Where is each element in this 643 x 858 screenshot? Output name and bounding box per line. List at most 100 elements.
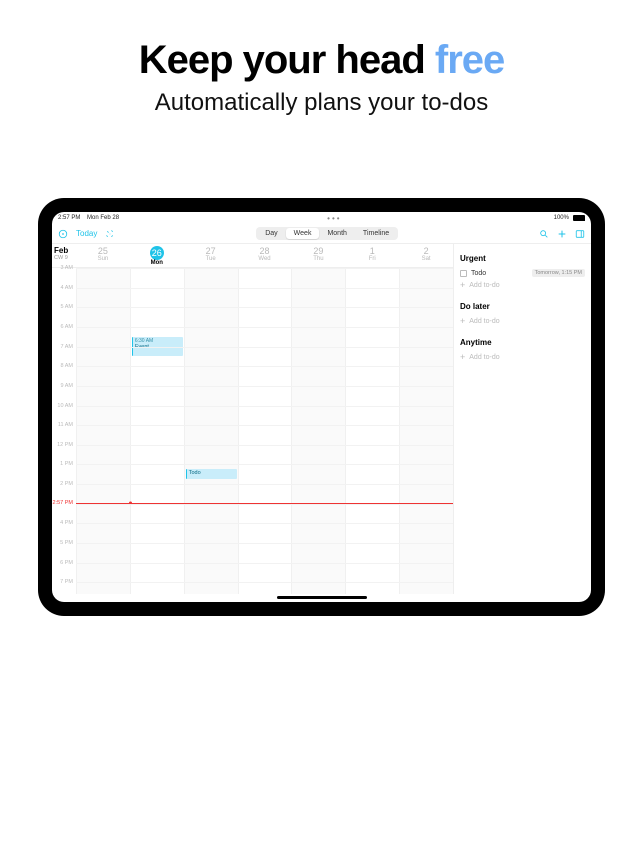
calendar-gutter-head: Feb CW 9 <box>52 244 76 267</box>
multitask-handle[interactable]: ••• <box>327 214 341 223</box>
day-number: 1 <box>345 246 399 256</box>
hour-label: 8 AM <box>60 363 73 369</box>
day-of-week: Thu <box>291 256 345 262</box>
hour-label: 1 PM <box>60 461 73 467</box>
statusbar-date: Mon Feb 28 <box>87 215 119 221</box>
hour-label: 9 AM <box>60 383 73 389</box>
event-title: Todo <box>189 470 235 476</box>
hour-label: 5 PM <box>60 540 73 546</box>
hour-gridline <box>76 523 453 524</box>
plus-icon: + <box>460 317 465 326</box>
headline-accent: free <box>435 38 504 82</box>
hour-gridline <box>76 366 453 367</box>
hour-gridline <box>76 288 453 289</box>
add-todo-button[interactable]: + Add to-do <box>460 351 585 370</box>
hour-gridline <box>76 445 453 446</box>
day-of-week: Wed <box>238 256 292 262</box>
day-header[interactable]: 29 Thu <box>291 244 345 267</box>
tablet-screen: 2:57 PM Mon Feb 28 ••• 100% Today <box>52 212 591 602</box>
view-tab-timeline[interactable]: Timeline <box>355 228 397 239</box>
todo-section-title: Do later <box>460 302 585 311</box>
hour-gridline <box>76 347 453 348</box>
view-tab-day[interactable]: Day <box>257 228 285 239</box>
hour-gridline <box>76 327 453 328</box>
plus-icon: + <box>460 353 465 362</box>
hour-label: 3 AM <box>60 265 73 271</box>
day-header[interactable]: 1 Fri <box>345 244 399 267</box>
home-indicator[interactable] <box>277 596 367 599</box>
calendar-header-row: Feb CW 9 25 Sun26 Mon27 Tue28 Wed29 Thu1… <box>52 244 453 268</box>
day-column[interactable] <box>291 268 345 594</box>
calendar-event[interactable]: Todo <box>186 469 237 479</box>
battery-percent: 100% <box>554 215 569 221</box>
day-column[interactable] <box>238 268 292 594</box>
day-number: 28 <box>238 246 292 256</box>
add-todo-button[interactable]: + Add to-do <box>460 315 585 334</box>
calendar-settings-icon[interactable] <box>58 229 68 239</box>
day-column[interactable] <box>399 268 453 594</box>
hour-label: 10 AM <box>57 403 73 409</box>
add-icon[interactable] <box>557 229 567 239</box>
todo-due-badge: Tomorrow, 1:15 PM <box>532 269 585 277</box>
hour-gridline <box>76 563 453 564</box>
battery-icon <box>573 215 585 221</box>
day-number: 29 <box>291 246 345 256</box>
calendar-grid[interactable]: 6:30 AMEvent Todo <box>76 268 453 594</box>
hour-label: 6 PM <box>60 560 73 566</box>
today-button[interactable]: Today <box>76 229 97 238</box>
add-todo-label: Add to-do <box>469 318 499 325</box>
panel-toggle-icon[interactable] <box>575 229 585 239</box>
hour-gridline <box>76 307 453 308</box>
day-of-week: Sun <box>76 256 130 262</box>
day-number: 2 <box>399 246 453 256</box>
marketing-subtitle: Automatically plans your to-dos <box>0 89 643 117</box>
hour-gridline <box>76 464 453 465</box>
day-header[interactable]: 28 Wed <box>238 244 292 267</box>
now-time-label: 2:57 PM <box>53 500 73 506</box>
day-number: 25 <box>76 246 130 256</box>
day-column[interactable] <box>345 268 399 594</box>
hour-gridline <box>76 406 453 407</box>
view-tab-week[interactable]: Week <box>286 228 320 239</box>
day-of-week: Mon <box>130 260 184 266</box>
day-column[interactable]: 6:30 AMEvent <box>130 268 184 594</box>
sparkle-icon[interactable] <box>105 229 115 239</box>
day-column[interactable] <box>76 268 130 594</box>
marketing-header: Keep your head free Automatically plans … <box>0 0 643 117</box>
hour-label: 5 AM <box>60 304 73 310</box>
day-header[interactable]: 26 Mon <box>130 244 184 267</box>
hour-gridline <box>76 504 453 505</box>
headline-text: Keep your head <box>139 38 435 82</box>
statusbar-right: 100% <box>550 215 585 221</box>
day-header[interactable]: 25 Sun <box>76 244 130 267</box>
hour-label: 11 AM <box>58 422 73 428</box>
time-gutter: 3 AM4 AM5 AM6 AM7 AM8 AM9 AM10 AM11 AM12… <box>52 268 76 594</box>
calendar-body[interactable]: 3 AM4 AM5 AM6 AM7 AM8 AM9 AM10 AM11 AM12… <box>52 268 453 594</box>
hour-label: 12 PM <box>57 442 73 448</box>
hour-label: 4 PM <box>60 520 73 526</box>
hour-label: 7 AM <box>60 344 73 350</box>
day-column[interactable]: Todo <box>184 268 238 594</box>
day-header[interactable]: 2 Sat <box>399 244 453 267</box>
search-icon[interactable] <box>539 229 549 239</box>
plus-icon: + <box>460 281 465 290</box>
view-tab-month[interactable]: Month <box>319 228 354 239</box>
view-segmented-control[interactable]: DayWeekMonthTimeline <box>256 227 398 240</box>
app-toolbar: Today DayWeekMonthTimeline <box>52 224 591 244</box>
add-todo-label: Add to-do <box>469 282 499 289</box>
hour-gridline <box>76 543 453 544</box>
todo-checkbox[interactable] <box>460 270 467 277</box>
todo-sidebar: Urgent Todo Tomorrow, 1:15 PM+ Add to-do… <box>453 244 591 594</box>
calendar-view[interactable]: Feb CW 9 25 Sun26 Mon27 Tue28 Wed29 Thu1… <box>52 244 453 594</box>
todo-item[interactable]: Todo Tomorrow, 1:15 PM <box>460 267 585 279</box>
day-of-week: Tue <box>184 256 238 262</box>
day-of-week: Fri <box>345 256 399 262</box>
day-of-week: Sat <box>399 256 453 262</box>
statusbar-left: 2:57 PM Mon Feb 28 <box>58 215 119 221</box>
add-todo-button[interactable]: + Add to-do <box>460 279 585 298</box>
hour-label: 2 PM <box>60 481 73 487</box>
status-bar: 2:57 PM Mon Feb 28 ••• 100% <box>52 212 591 224</box>
day-number: 26 <box>150 246 164 260</box>
day-header[interactable]: 27 Tue <box>184 244 238 267</box>
main-split: Feb CW 9 25 Sun26 Mon27 Tue28 Wed29 Thu1… <box>52 244 591 594</box>
